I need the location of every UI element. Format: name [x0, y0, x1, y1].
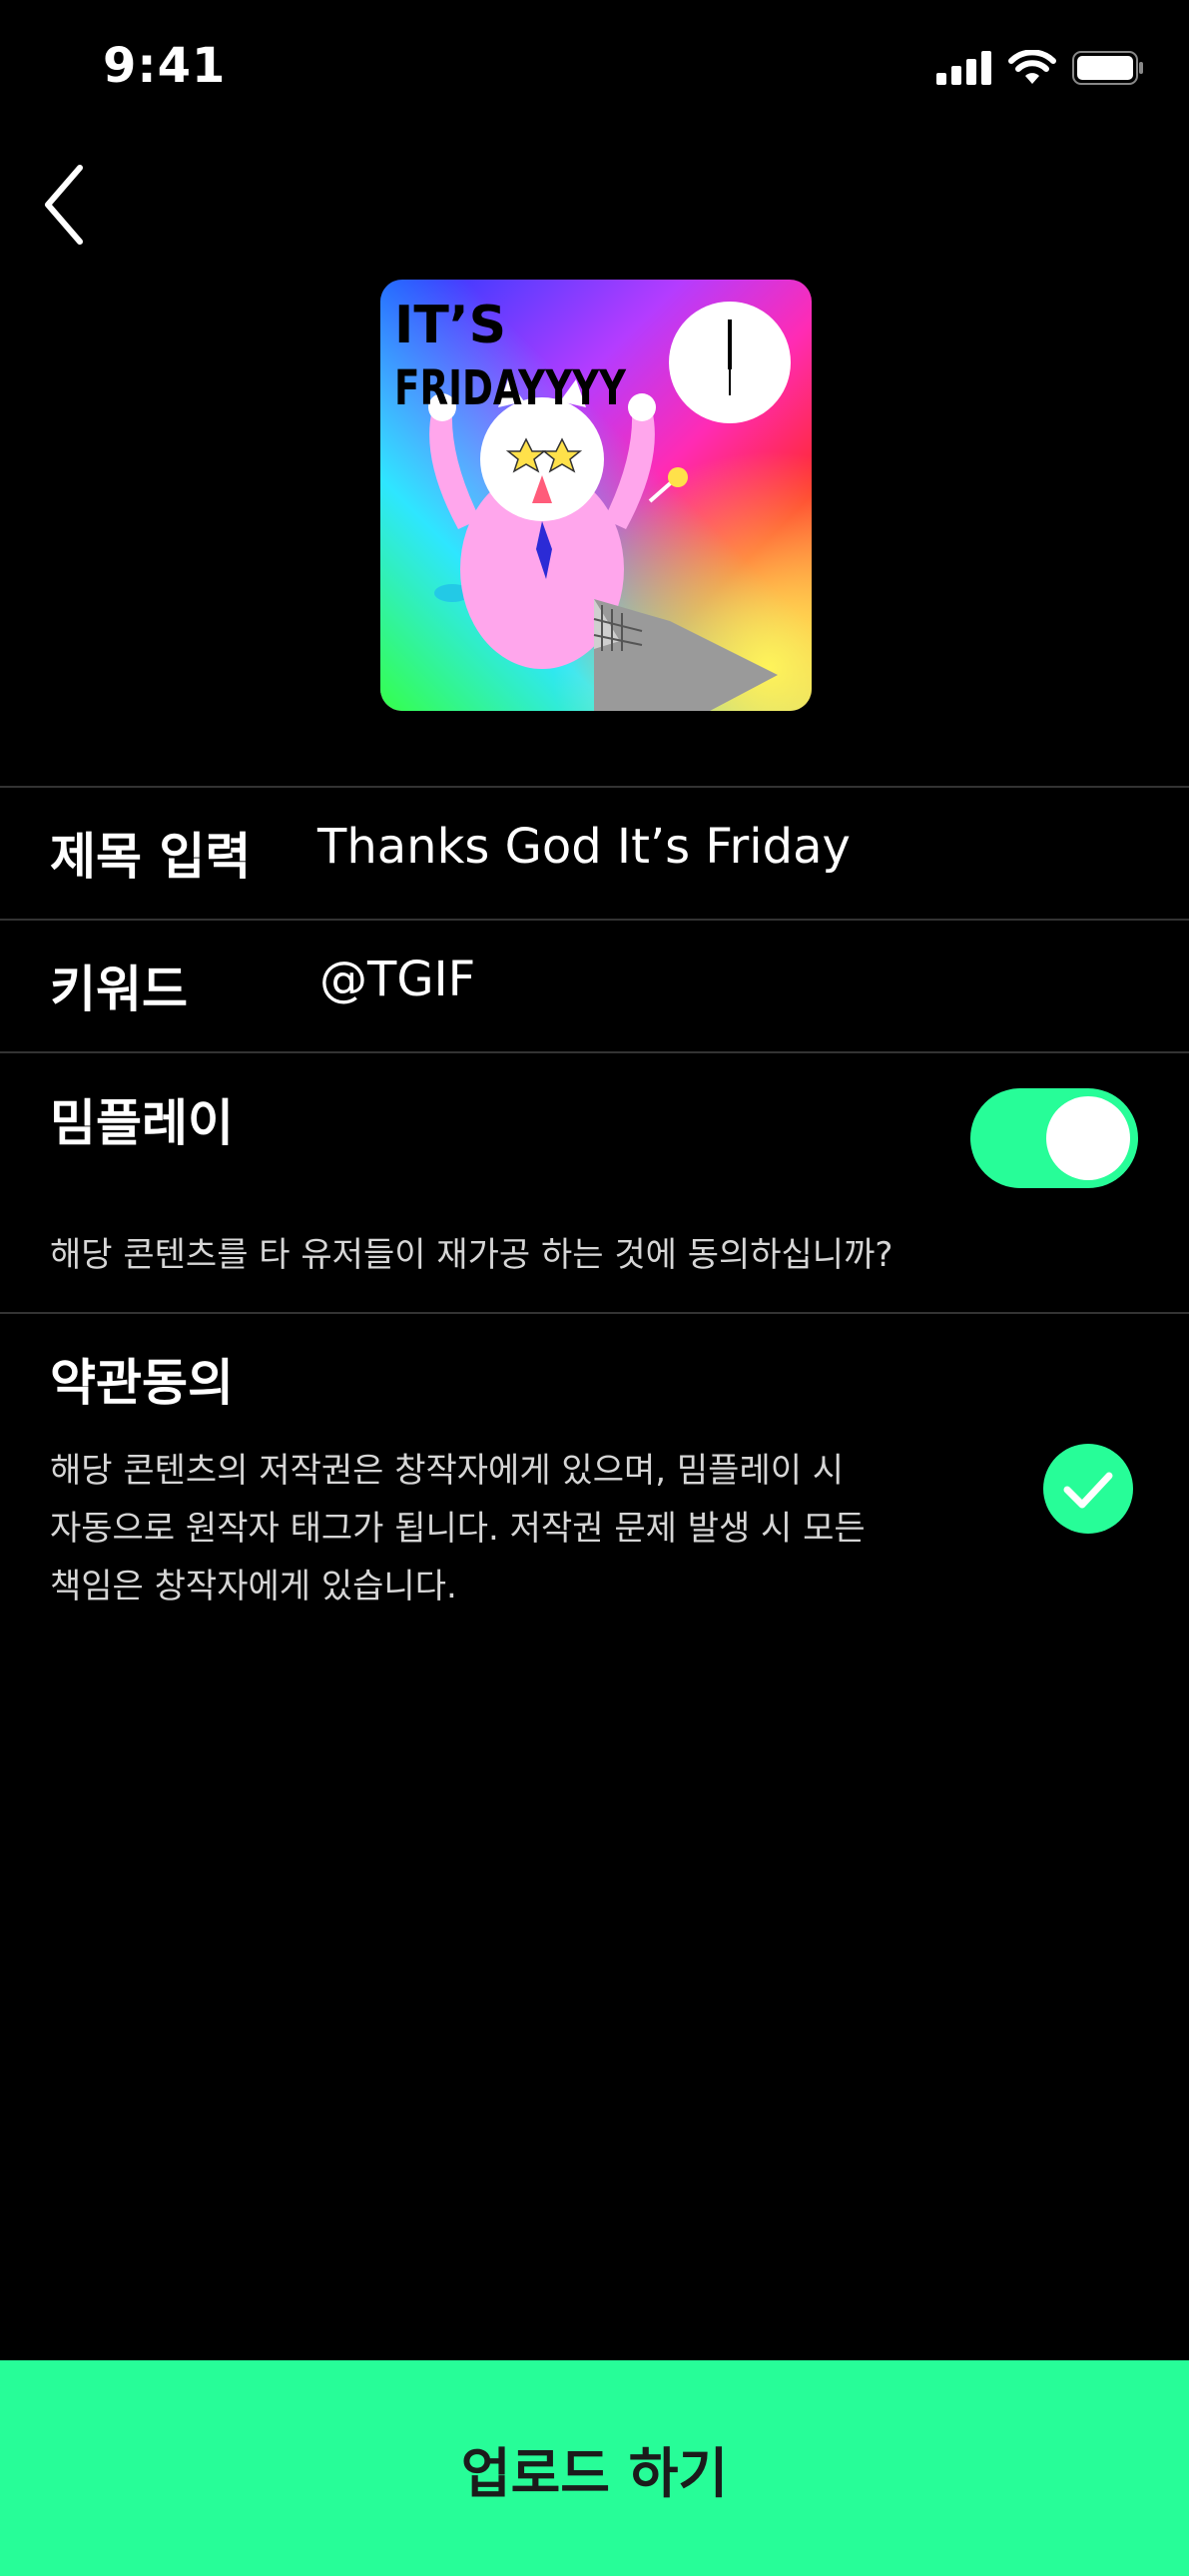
- chevron-left-icon: [45, 165, 83, 245]
- battery-icon: [1072, 51, 1143, 85]
- title-label: 제목 입력: [50, 828, 252, 886]
- memeplay-label: 밈플레이: [50, 1094, 234, 1152]
- divider: [0, 919, 1189, 921]
- keyword-input[interactable]: @TGIF: [319, 952, 475, 1007]
- terms-line: 책임은 창작자에게 있습니다.: [50, 1567, 457, 1607]
- checkmark-icon: [1063, 1472, 1113, 1509]
- thumbnail-text-line2: FRIDAYYYY: [394, 360, 627, 416]
- upload-button-label: 업로드 하기: [460, 2441, 729, 2505]
- status-icons: [936, 48, 1144, 88]
- divider: [0, 1051, 1189, 1053]
- toggle-knob: [1046, 1096, 1130, 1180]
- divider: [0, 1312, 1189, 1314]
- wifi-icon: [1008, 50, 1056, 84]
- back-button[interactable]: [40, 160, 90, 250]
- signal-icon: [936, 51, 991, 85]
- terms-text: 해당 콘텐츠의 저작권은 창작자에게 있으며, 밈플레이 시 자동으로 원작자 …: [50, 1442, 866, 1615]
- divider: [0, 786, 1189, 788]
- terms-line: 해당 콘텐츠의 저작권은 창작자에게 있으며, 밈플레이 시: [50, 1451, 845, 1491]
- keyword-label: 키워드: [50, 961, 188, 1018]
- memeplay-description: 해당 콘텐츠를 타 유저들이 재가공 하는 것에 동의하십니까?: [50, 1235, 893, 1275]
- terms-line: 자동으로 원작자 태그가 됩니다. 저작권 문제 발생 시 모든: [50, 1509, 866, 1549]
- content-thumbnail: IT’S FRIDAYYYY: [380, 280, 812, 711]
- status-time: 9:41: [103, 38, 227, 94]
- title-input[interactable]: Thanks God It’s Friday: [317, 819, 851, 875]
- thumbnail-text-line1: IT’S: [394, 296, 506, 355]
- memeplay-toggle[interactable]: [970, 1088, 1138, 1188]
- upload-button[interactable]: 업로드 하기: [0, 2360, 1189, 2576]
- terms-label: 약관동의: [50, 1354, 234, 1412]
- terms-checkbox[interactable]: [1043, 1444, 1133, 1534]
